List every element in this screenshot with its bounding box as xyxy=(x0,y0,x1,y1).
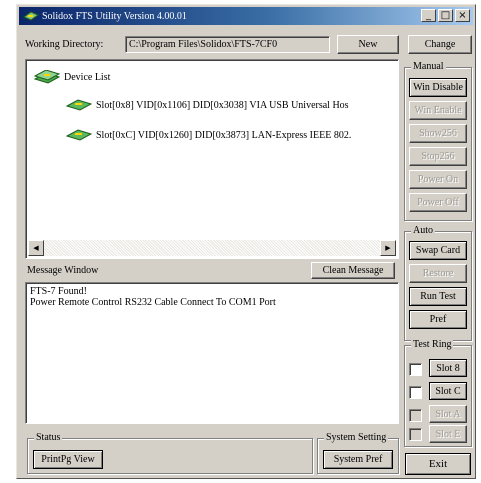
device-list-label: Device List xyxy=(64,71,111,83)
slot-a-button[interactable]: Slot A xyxy=(429,405,467,423)
scroll-left-button[interactable]: ◀ xyxy=(28,240,44,256)
restore-button[interactable]: Restore xyxy=(409,264,467,283)
run-test-button[interactable]: Run Test xyxy=(409,287,467,306)
slot-e-checkbox[interactable] xyxy=(409,428,422,441)
maximize-button[interactable]: □ xyxy=(438,9,453,22)
pref-button[interactable]: Pref xyxy=(409,310,467,329)
printview-button[interactable]: PrintPg View xyxy=(33,450,103,469)
swap-card-button[interactable]: Swap Card xyxy=(409,241,467,260)
device-tree-view[interactable]: Device List Slot[0x8] VID[0x1106] DID[0x… xyxy=(25,59,399,259)
minimize-button[interactable]: _ xyxy=(421,9,436,22)
system-pref-button[interactable]: System Pref xyxy=(323,450,393,469)
message-window-label: Message Window xyxy=(27,265,99,276)
manual-group-label: Manual xyxy=(411,61,446,72)
device-item-label: Slot[0x8] VID[0x1106] DID[0x3038] VIA US… xyxy=(96,99,349,111)
title-bar[interactable]: Solidox FTS Utility Version 4.00.01 _ □ … xyxy=(19,7,473,25)
win-enable-button[interactable]: Win Enable xyxy=(409,101,467,120)
device-item-slot-c[interactable]: Slot[0xC] VID[0x1260] DID[0x3873] LAN-Ex… xyxy=(66,128,351,142)
device-item-slot-8[interactable]: Slot[0x8] VID[0x1106] DID[0x3038] VIA US… xyxy=(66,98,349,112)
window-title: Solidox FTS Utility Version 4.00.01 xyxy=(42,10,187,22)
slot-c-checkbox[interactable] xyxy=(409,386,422,399)
message-area[interactable]: FTS-7 Found! Power Remote Control RS232 … xyxy=(25,282,399,424)
message-line: Power Remote Control RS232 Cable Connect… xyxy=(30,297,276,308)
close-button[interactable]: × xyxy=(455,9,470,22)
device-list-root[interactable]: Device List xyxy=(34,70,110,84)
auto-group-label: Auto xyxy=(411,225,435,236)
working-directory-label: Working Directory: xyxy=(25,39,104,50)
clean-message-button[interactable]: Clean Message xyxy=(311,262,395,279)
exit-button[interactable]: Exit xyxy=(405,453,471,475)
slot-8-checkbox[interactable] xyxy=(409,363,422,376)
test-ring-group-label: Test Ring xyxy=(411,339,454,350)
app-icon xyxy=(23,11,39,21)
card-stack-icon xyxy=(34,70,60,84)
scroll-left-icon: ◀ xyxy=(33,244,39,252)
show256-button[interactable]: Show256 xyxy=(409,124,467,143)
win-disable-button[interactable]: Win Disable xyxy=(409,78,467,97)
new-button[interactable]: New xyxy=(337,35,399,54)
message-line: FTS-7 Found! xyxy=(30,286,87,297)
slot-c-button[interactable]: Slot C xyxy=(429,382,467,400)
system-setting-group-label: System Setting xyxy=(324,432,389,443)
working-directory-field[interactable]: C:\Program Files\Solidox\FTS-7CF0 xyxy=(125,36,330,53)
main-window: Solidox FTS Utility Version 4.00.01 _ □ … xyxy=(16,4,476,479)
slot-a-checkbox[interactable] xyxy=(409,409,422,422)
pci-card-icon xyxy=(66,129,92,141)
pci-card-icon xyxy=(66,99,92,111)
slot-e-button[interactable]: Slot E xyxy=(429,425,467,443)
status-group-label: Status xyxy=(34,432,63,443)
power-on-button[interactable]: Power On xyxy=(409,170,467,189)
power-off-button[interactable]: Power Off xyxy=(409,193,467,212)
horizontal-scrollbar[interactable]: ◀ ▶ xyxy=(28,240,396,256)
scroll-right-icon: ▶ xyxy=(385,244,391,252)
stop256-button[interactable]: Stop256 xyxy=(409,147,467,166)
change-button[interactable]: Change xyxy=(408,35,472,54)
slot-8-button[interactable]: Slot 8 xyxy=(429,359,467,377)
device-item-label: Slot[0xC] VID[0x1260] DID[0x3873] LAN-Ex… xyxy=(96,129,352,141)
scroll-right-button[interactable]: ▶ xyxy=(380,240,396,256)
